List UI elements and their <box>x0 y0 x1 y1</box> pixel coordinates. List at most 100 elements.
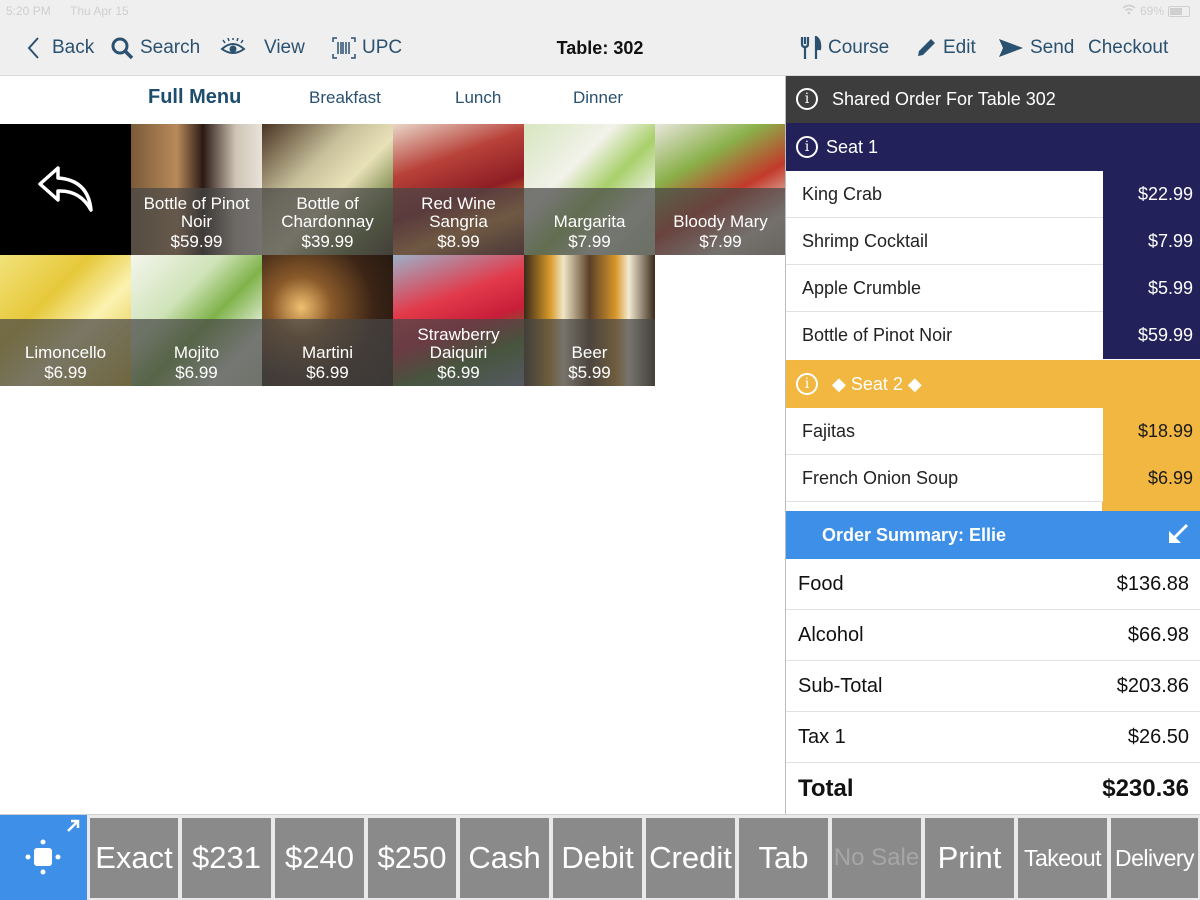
no-sale-button: No Sale <box>832 818 921 898</box>
order-item-row[interactable]: Apple Crumble $5.99 <box>786 265 1200 312</box>
summary-row-subtotal: Sub-Total $203.86 <box>786 661 1200 712</box>
delivery-button[interactable]: Delivery <box>1111 818 1198 898</box>
drag-handle-button[interactable] <box>0 815 87 900</box>
menu-item-tile[interactable]: Beer $5.99 <box>524 255 655 386</box>
view-label: View <box>264 37 305 58</box>
battery-indicator: 69% <box>1122 4 1190 18</box>
menu-tabs: Full Menu Breakfast Lunch Dinner <box>0 76 785 124</box>
pay-cash-button[interactable]: Cash <box>460 818 549 898</box>
back-label: Back <box>52 37 95 58</box>
summary-row-food: Food $136.88 <box>786 559 1200 610</box>
upc-label: UPC <box>362 37 403 58</box>
shared-order-title: Shared Order For Table 302 <box>832 89 1056 109</box>
menu-item-name: Red Wine Sangria <box>421 194 496 231</box>
back-button[interactable]: Back <box>26 34 94 62</box>
battery-icon <box>1168 5 1190 17</box>
edit-label: Edit <box>943 37 976 58</box>
order-item-price: $5.99 <box>1103 265 1200 312</box>
pay-credit-button[interactable]: Credit <box>646 818 735 898</box>
menu-item-name: Bottle of Pinot Noir <box>143 194 250 231</box>
send-icon <box>998 38 1024 58</box>
pay-debit-button[interactable]: Debit <box>553 818 642 898</box>
edit-button[interactable]: Edit <box>915 34 976 62</box>
menu-item-name: Beer <box>571 343 608 362</box>
summary-row-alcohol: Alcohol $66.98 <box>786 610 1200 661</box>
menu-item-name: Margarita <box>553 212 626 231</box>
order-item-row[interactable]: Bottle of Pinot Noir $59.99 <box>786 312 1200 359</box>
checkout-button[interactable]: Checkout <box>1088 34 1168 62</box>
order-item-row[interactable]: King Crab $22.99 <box>786 171 1200 218</box>
send-button[interactable]: Send <box>998 34 1074 62</box>
menu-item-tile[interactable]: Strawberry Daiquiri $6.99 <box>393 255 524 386</box>
menu-item-price: $7.99 <box>568 232 611 251</box>
menu-item-price: $7.99 <box>699 232 742 251</box>
menu-item-price: $6.99 <box>44 363 87 382</box>
pay-250-button[interactable]: $250 <box>368 818 456 898</box>
menu-item-price: $8.99 <box>437 232 480 251</box>
menu-item-name: Limoncello <box>24 343 107 362</box>
tab-full-menu[interactable]: Full Menu <box>148 86 241 109</box>
print-button[interactable]: Print <box>925 818 1014 898</box>
info-icon[interactable]: i <box>796 373 818 395</box>
menu-item-tile[interactable]: Limoncello $6.99 <box>0 255 131 386</box>
info-icon[interactable]: i <box>796 88 818 110</box>
menu-item-tile[interactable]: Bloody Mary $7.99 <box>655 124 786 255</box>
upc-button[interactable]: UPC <box>332 34 402 62</box>
nav-bar: Back Search View UPC Table: 302 Course E… <box>0 22 1200 76</box>
menu-item-price: $6.99 <box>437 363 480 382</box>
menu-back-tile[interactable] <box>0 124 131 255</box>
course-label: Course <box>828 37 890 58</box>
search-button[interactable]: Search <box>110 34 200 62</box>
tab-dinner[interactable]: Dinner <box>573 88 623 108</box>
order-item-name: King Crab <box>802 184 883 204</box>
course-button[interactable]: Course <box>800 34 889 62</box>
order-item-price: $59.99 <box>1103 312 1200 359</box>
partial-row-indicator <box>1102 502 1200 511</box>
order-panel: i Shared Order For Table 302 i Seat 1 Ki… <box>785 76 1200 814</box>
tab-breakfast[interactable]: Breakfast <box>309 88 381 108</box>
menu-item-grid: Bottle of Pinot Noir $59.99 Bottle of Ch… <box>0 124 786 386</box>
pencil-icon <box>915 37 937 59</box>
order-item-name: Apple Crumble <box>802 278 922 298</box>
pay-231-button[interactable]: $231 <box>182 818 271 898</box>
order-item-row[interactable]: French Onion Soup $6.99 <box>786 455 1200 502</box>
seat-2-header[interactable]: i ◆ Seat 2 ◆ <box>786 360 1200 408</box>
menu-item-tile[interactable]: Bottle of Chardonnay $39.99 <box>262 124 393 255</box>
order-item-row[interactable]: Fajitas $18.99 <box>786 408 1200 455</box>
summary-row-total: Total $230.36 <box>798 775 1189 802</box>
status-bar: 5:20 PM Thu Apr 15 69% <box>0 0 1200 22</box>
order-item-price: $22.99 <box>1103 171 1200 218</box>
search-label: Search <box>140 37 201 58</box>
fork-knife-icon <box>800 36 822 60</box>
order-item-row[interactable]: Shrimp Cocktail $7.99 <box>786 218 1200 265</box>
seat-1-header[interactable]: i Seat 1 <box>786 123 1200 171</box>
menu-item-name: Bottle of Chardonnay <box>281 194 374 231</box>
search-icon <box>110 36 134 60</box>
eye-icon <box>220 38 246 58</box>
order-item-name: Shrimp Cocktail <box>802 231 929 251</box>
send-label: Send <box>1030 37 1075 58</box>
menu-item-tile[interactable]: Mojito $6.99 <box>131 255 262 386</box>
view-button[interactable]: View <box>220 34 305 62</box>
tab-lunch[interactable]: Lunch <box>455 88 501 108</box>
menu-item-name: Strawberry Daiquiri <box>417 325 500 362</box>
seat-1-label: Seat 1 <box>826 137 879 157</box>
info-icon[interactable]: i <box>796 136 818 158</box>
order-item-name: Fajitas <box>802 421 856 441</box>
order-summary-title: Order Summary: Ellie <box>822 525 1007 545</box>
pay-240-button[interactable]: $240 <box>275 818 364 898</box>
menu-item-tile[interactable]: Bottle of Pinot Noir $59.99 <box>131 124 262 255</box>
battery-percent: 69% <box>1139 4 1164 18</box>
pay-tab-button[interactable]: Tab <box>739 818 828 898</box>
order-item-price: $18.99 <box>1103 408 1200 455</box>
menu-item-tile[interactable]: Margarita $7.99 <box>524 124 655 255</box>
status-time: 5:20 PM <box>6 4 51 18</box>
pay-exact-button[interactable]: Exact <box>90 818 178 898</box>
payment-bar: Exact $231 $240 $250 Cash Debit Credit T… <box>0 814 1200 900</box>
menu-item-name: Bloody Mary <box>673 212 768 231</box>
wifi-icon <box>1122 4 1136 18</box>
menu-item-tile[interactable]: Martini $6.99 <box>262 255 393 386</box>
menu-item-tile[interactable]: Red Wine Sangria $8.99 <box>393 124 524 255</box>
takeout-button[interactable]: Takeout <box>1018 818 1107 898</box>
order-summary-header[interactable]: Order Summary: Ellie <box>786 511 1200 559</box>
